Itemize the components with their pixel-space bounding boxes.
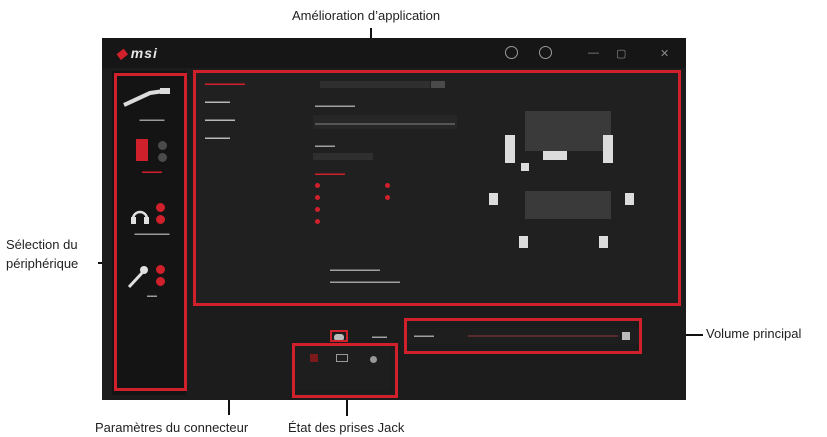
device-selection-highlight bbox=[114, 73, 187, 391]
app-enhancement-highlight bbox=[193, 70, 681, 306]
connector-settings-highlight bbox=[330, 330, 348, 342]
main-volume-callout: Volume principal bbox=[706, 326, 802, 341]
dragon-icon: ◆ bbox=[116, 45, 128, 61]
gear-icon[interactable] bbox=[539, 46, 552, 59]
jack-status-highlight bbox=[292, 343, 398, 398]
jack-status-leader bbox=[346, 398, 348, 416]
device-selection-callout-1: Sélection du bbox=[6, 237, 78, 252]
minimize-icon[interactable]: — bbox=[588, 47, 599, 59]
msi-logo: ◆ msi bbox=[116, 45, 158, 62]
info-icon[interactable] bbox=[505, 46, 518, 59]
main-volume-highlight bbox=[404, 318, 642, 354]
device-selection-callout-2: périphérique bbox=[6, 256, 79, 271]
title-bar: ◆ msi — ▢ ✕ bbox=[102, 38, 686, 68]
connector-settings-callout: Paramètres du connecteur bbox=[95, 420, 249, 435]
app-enhancement-callout: Amélioration d’application bbox=[292, 8, 441, 23]
logo-text: msi bbox=[130, 45, 158, 61]
close-icon[interactable]: ✕ bbox=[660, 47, 669, 60]
jack-status-callout: État des prises Jack bbox=[288, 420, 405, 435]
connector-label: ▬▬▬ bbox=[372, 334, 387, 340]
maximize-icon[interactable]: ▢ bbox=[616, 47, 626, 60]
